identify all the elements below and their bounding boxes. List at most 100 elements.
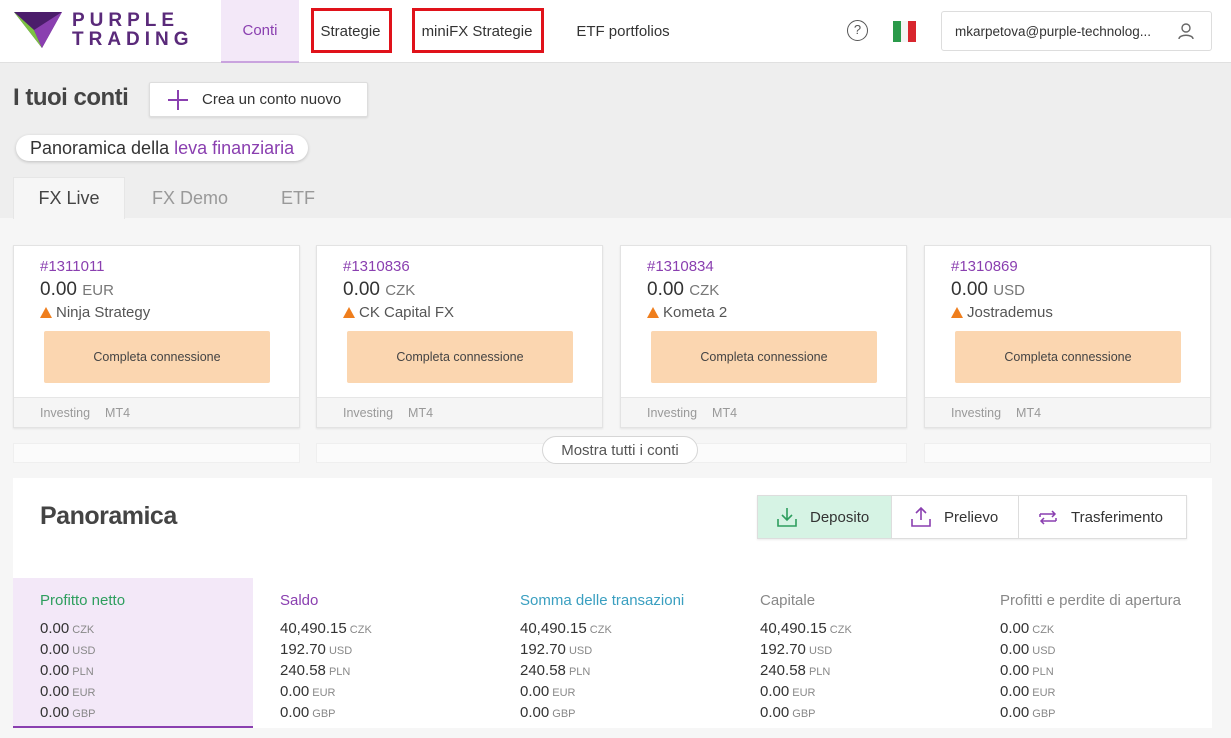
- warning-icon: [951, 307, 963, 318]
- stat-currency: USD: [325, 645, 353, 657]
- brand-logo[interactable]: PURPLE TRADING: [14, 10, 194, 50]
- account-id[interactable]: #1310836: [343, 258, 410, 275]
- highlight-box-strategie: [311, 8, 392, 53]
- balance-currency: CZK: [689, 282, 720, 299]
- tab-fx-demo[interactable]: FX Demo: [135, 177, 245, 219]
- warning-icon: [647, 307, 659, 318]
- stat-value-row: 0.00 CZK: [40, 619, 96, 640]
- complete-connection-button[interactable]: Completa connessione: [651, 331, 877, 383]
- stat-value: 192.70: [520, 641, 566, 658]
- account-platform: MT4: [105, 405, 131, 420]
- create-account-button[interactable]: Crea un conto nuovo: [149, 82, 368, 117]
- account-card[interactable]: #1310836 0.00 CZK CK Capital FX Completa…: [316, 245, 603, 428]
- stat-currency: EUR: [69, 687, 96, 699]
- transfer-icon: [1039, 510, 1057, 525]
- strategy-name: Kometa 2: [663, 304, 728, 321]
- nav-conti[interactable]: Conti: [221, 0, 299, 63]
- stat-value: 0.00: [40, 704, 70, 721]
- account-type: Investing: [647, 405, 698, 420]
- stat-value: 240.58: [280, 662, 326, 679]
- stat-value: 0.00: [520, 704, 550, 721]
- stat-currency: PLN: [1029, 666, 1054, 678]
- stat-title: Profitti e perdite di apertura: [1000, 592, 1181, 609]
- account-strategy: Kometa 2: [647, 304, 727, 321]
- tab-etf[interactable]: ETF: [262, 177, 334, 219]
- stat-value-row: 0.00 PLN: [40, 661, 96, 682]
- nav-etf-portfolios[interactable]: ETF portfolios: [565, 0, 681, 63]
- leverage-overview-pill[interactable]: Panoramica della leva finanziaria: [16, 135, 309, 161]
- stat-currency: CZK: [586, 624, 612, 636]
- faded-account-card: [924, 443, 1211, 463]
- card-footer: Investing MT4: [317, 397, 602, 427]
- stat-capital[interactable]: Capitale 40,490.15 CZK 192.70 USD 240.58 P…: [733, 578, 973, 728]
- stat-rows: 0.00 CZK 0.00 USD 0.00 PLN 0.00 EUR 0.00 GBP: [1000, 619, 1056, 724]
- help-icon[interactable]: ?: [847, 20, 868, 41]
- balance-amount: 0.00: [647, 279, 684, 300]
- logo-line-1: PURPLE: [72, 10, 180, 31]
- account-platform: MT4: [408, 405, 434, 420]
- stat-value: 0.00: [40, 641, 70, 658]
- card-footer: Investing MT4: [925, 397, 1210, 427]
- stat-currency: CZK: [826, 624, 852, 636]
- account-card[interactable]: #1310834 0.00 CZK Kometa 2 Completa conn…: [620, 245, 907, 428]
- stat-value-row: 0.00 EUR: [760, 682, 852, 703]
- leverage-link[interactable]: leva finanziaria: [174, 138, 294, 158]
- tab-fx-live[interactable]: FX Live: [13, 177, 125, 219]
- stat-value: 0.00: [760, 704, 790, 721]
- upload-icon: [911, 506, 931, 527]
- overview-title: Panoramica: [40, 502, 177, 530]
- stat-value-row: 40,490.15 CZK: [280, 619, 372, 640]
- complete-connection-button[interactable]: Completa connessione: [955, 331, 1181, 383]
- show-all-accounts-button[interactable]: Mostra tutti i conti: [542, 436, 698, 464]
- stat-title: Somma delle transazioni: [520, 592, 685, 609]
- withdraw-label: Prelievo: [944, 508, 999, 526]
- card-footer: Investing MT4: [14, 397, 299, 427]
- stat-net-profit[interactable]: Profitto netto 0.00 CZK 0.00 USD 0.00 PLN 0…: [13, 578, 253, 728]
- stat-currency: EUR: [309, 687, 336, 699]
- stat-opening-pnl[interactable]: Profitti e perdite di apertura 0.00 CZK 0…: [973, 578, 1213, 728]
- stat-value-row: 192.70 USD: [520, 640, 612, 661]
- account-balance: 0.00 EUR: [40, 279, 114, 301]
- stat-value: 0.00: [40, 620, 70, 637]
- stat-value: 240.58: [520, 662, 566, 679]
- balance-amount: 0.00: [40, 279, 77, 300]
- stat-currency: CZK: [69, 624, 95, 636]
- user-menu[interactable]: mkarpetova@purple-technolog...: [941, 11, 1212, 51]
- withdraw-button[interactable]: Prelievo: [892, 496, 1019, 538]
- complete-connection-button[interactable]: Completa connessione: [347, 331, 573, 383]
- page-title: I tuoi conti: [13, 84, 129, 111]
- account-card[interactable]: #1310869 0.00 USD Jostrademus Completa c…: [924, 245, 1211, 428]
- account-id[interactable]: #1310834: [647, 258, 714, 275]
- account-id[interactable]: #1310869: [951, 258, 1018, 275]
- stat-transactions-sum[interactable]: Somma delle transazioni 40,490.15 CZK 192…: [493, 578, 733, 728]
- stat-value: 0.00: [1000, 704, 1030, 721]
- stat-value-row: 0.00 PLN: [1000, 661, 1056, 682]
- deposit-button[interactable]: Deposito: [758, 496, 892, 538]
- stat-rows: 40,490.15 CZK 192.70 USD 240.58 PLN 0.00 EU…: [760, 619, 852, 724]
- user-email: mkarpetova@purple-technolog...: [955, 24, 1152, 39]
- stat-currency: GBP: [309, 708, 336, 720]
- account-card[interactable]: #1311011 0.00 EUR Ninja Strategy Complet…: [13, 245, 300, 428]
- stat-value-row: 0.00 USD: [1000, 640, 1056, 661]
- stat-value: 0.00: [520, 683, 550, 700]
- account-id[interactable]: #1311011: [40, 258, 105, 275]
- stat-balance[interactable]: Saldo 40,490.15 CZK 192.70 USD 240.58 PLN 0…: [253, 578, 493, 728]
- stat-value-row: 0.00 EUR: [520, 682, 612, 703]
- stat-title: Capitale: [760, 592, 816, 609]
- stat-value: 0.00: [280, 683, 310, 700]
- balance-currency: USD: [993, 282, 1025, 299]
- stat-value-row: 0.00 GBP: [1000, 703, 1056, 724]
- italian-flag-icon[interactable]: [893, 21, 917, 42]
- stat-rows: 40,490.15 CZK 192.70 USD 240.58 PLN 0.00 EU…: [280, 619, 372, 724]
- stat-value: 40,490.15: [760, 620, 827, 637]
- logo-text: PURPLE TRADING: [72, 11, 194, 49]
- stat-value: 0.00: [280, 704, 310, 721]
- account-type: Investing: [343, 405, 394, 420]
- complete-connection-button[interactable]: Completa connessione: [44, 331, 270, 383]
- stat-value-row: 240.58 PLN: [280, 661, 372, 682]
- stat-currency: PLN: [805, 666, 831, 678]
- balance-amount: 0.00: [343, 279, 380, 300]
- transfer-button[interactable]: Trasferimento: [1019, 496, 1186, 538]
- account-type: Investing: [40, 405, 91, 420]
- account-type: Investing: [951, 405, 1002, 420]
